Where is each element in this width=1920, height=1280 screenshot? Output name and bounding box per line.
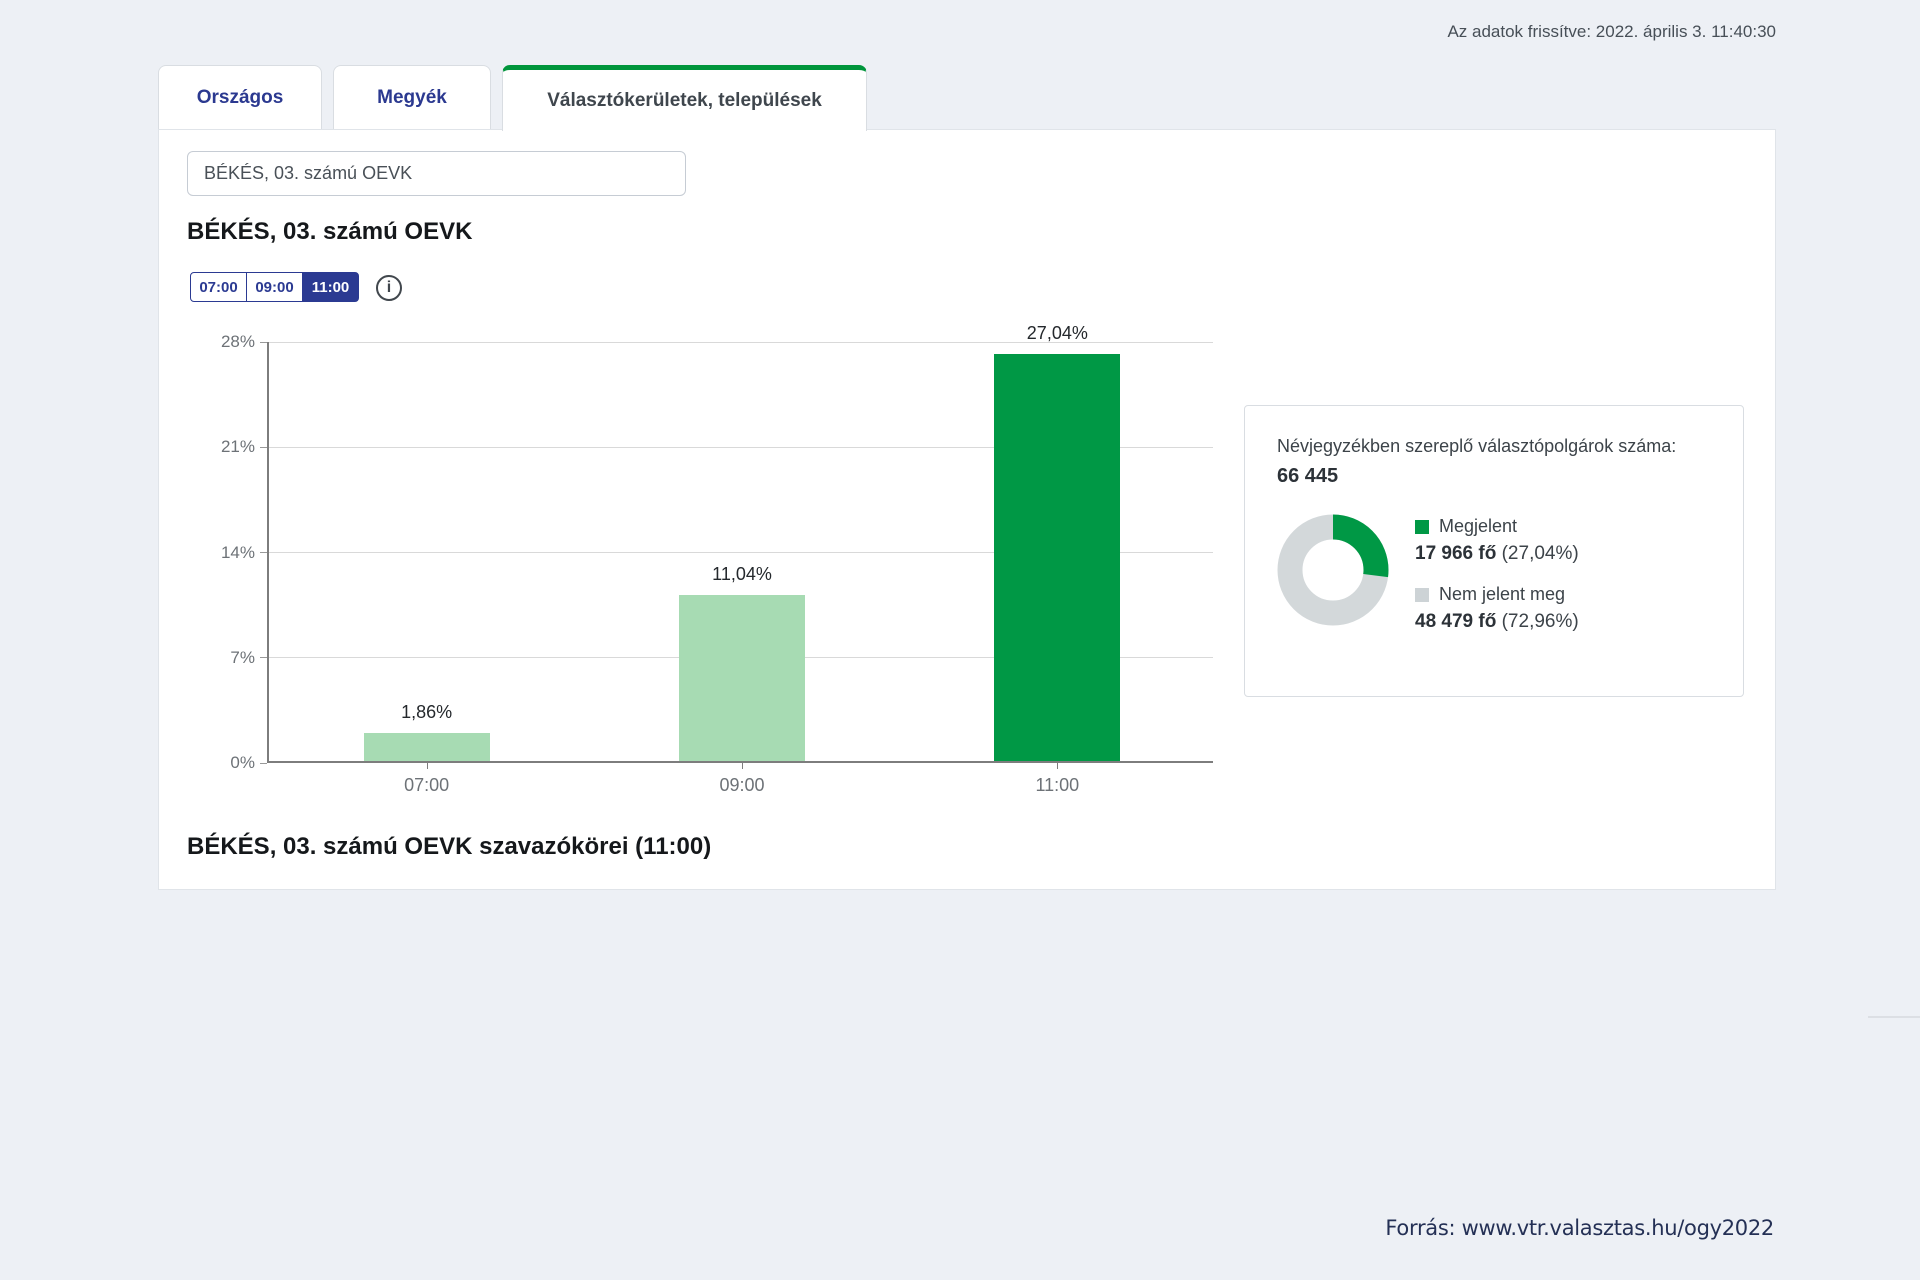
y-axis-tick xyxy=(260,762,267,764)
y-axis-label-21%: 21% xyxy=(220,437,255,457)
y-axis-tick xyxy=(260,341,267,343)
y-axis-label-14%: 14% xyxy=(220,542,255,562)
page-edge-divider xyxy=(1868,1016,1920,1018)
legend-swatch-gray xyxy=(1415,587,1429,602)
y-axis-label-7%: 7% xyxy=(230,647,255,667)
y-axis-label-28%: 28% xyxy=(220,332,255,351)
tab-valasztokeruletek-label: Választókerületek, települések xyxy=(547,89,822,111)
legend-pct-megjelent: (27,04%) xyxy=(1501,543,1579,564)
y-axis-label-0%: 0% xyxy=(230,753,255,772)
summary-title: Névjegyzékben szereplő választópolgárok … xyxy=(1277,436,1677,456)
voter-summary-panel: Névjegyzékben szereplő választópolgárok … xyxy=(1244,405,1744,697)
turnout-bar-09:00[interactable] xyxy=(679,595,805,761)
turnout-bar-chart: 0% 7% 14% 21% 28% 1,86% 07:00 11,04% 09:00 27,04%… xyxy=(221,323,1213,795)
legend-swatch-green xyxy=(1415,519,1429,534)
x-axis-tick xyxy=(742,763,743,769)
tab-orszagos-label: Országos xyxy=(196,87,284,108)
legend-label-nem-jelent-meg: Nem jelent meg xyxy=(1439,584,1566,604)
legend-value-megjelent: 17 966 fő xyxy=(1415,543,1497,564)
tab-valasztokeruletek[interactable]: Választókerületek, települések xyxy=(502,65,867,131)
summary-total: 66 445 xyxy=(1277,465,1339,487)
legend-pct-nem-jelent-meg: (72,96%) xyxy=(1501,611,1579,632)
x-axis-tick xyxy=(1057,763,1059,769)
bar-value-label-11:00: 27,04% xyxy=(1026,323,1088,343)
legend-item-megjelent: Megjelent 17 966 fő (27,04%) xyxy=(1415,516,1579,565)
x-axis-label-09:00: 09:00 xyxy=(719,775,765,795)
x-axis-label-11:00: 11:00 xyxy=(1035,775,1080,795)
district-heading: BÉKÉS, 03. számú OEVK xyxy=(187,218,473,245)
tab-megyek-label: Megyék xyxy=(377,87,447,108)
district-search-input[interactable] xyxy=(187,151,686,196)
time-toggle-0700[interactable]: 07:00 xyxy=(190,272,247,302)
info-icon[interactable] xyxy=(376,275,402,301)
x-axis-tick xyxy=(426,763,428,769)
y-axis-tick xyxy=(260,552,267,553)
bar-value-label-09:00: 11,04% xyxy=(712,564,772,584)
y-axis-tick xyxy=(260,446,267,448)
legend-item-nem-jelent-meg: Nem jelent meg 48 479 fő (72,96%) xyxy=(1415,584,1579,633)
turnout-bar-11:00[interactable] xyxy=(994,354,1121,761)
turnout-donut-chart xyxy=(1277,514,1389,626)
source-footer: Forrás: www.vtr.valasztas.hu/ogy2022 xyxy=(1385,1216,1774,1240)
tab-megyek[interactable]: Megyék xyxy=(333,65,491,130)
time-toggle-1100[interactable]: 11:00 xyxy=(302,272,359,302)
tab-orszagos[interactable]: Országos xyxy=(158,65,322,130)
legend-value-nem-jelent-meg: 48 479 fő xyxy=(1415,611,1497,632)
time-toggle-group: 07:00 09:00 11:00 xyxy=(190,272,359,302)
x-axis-label-07:00: 07:00 xyxy=(404,775,450,795)
y-axis-tick xyxy=(260,657,267,659)
page: Az adatok frissítve: 2022. április 3. 11… xyxy=(0,0,1920,1280)
bar-value-label-07:00: 1,86% xyxy=(401,702,453,722)
donut-legend: Megjelent 17 966 fő (27,04%) Nem jelent … xyxy=(1415,514,1579,633)
time-toggle-0900[interactable]: 09:00 xyxy=(246,272,303,302)
legend-label-megjelent: Megjelent xyxy=(1439,516,1518,536)
turnout-bar-07:00[interactable] xyxy=(363,733,490,761)
data-updated-timestamp: Az adatok frissítve: 2022. április 3. 11… xyxy=(1447,22,1776,41)
precincts-section-heading: BÉKÉS, 03. számú OEVK szavazókörei (11:0… xyxy=(187,833,712,860)
